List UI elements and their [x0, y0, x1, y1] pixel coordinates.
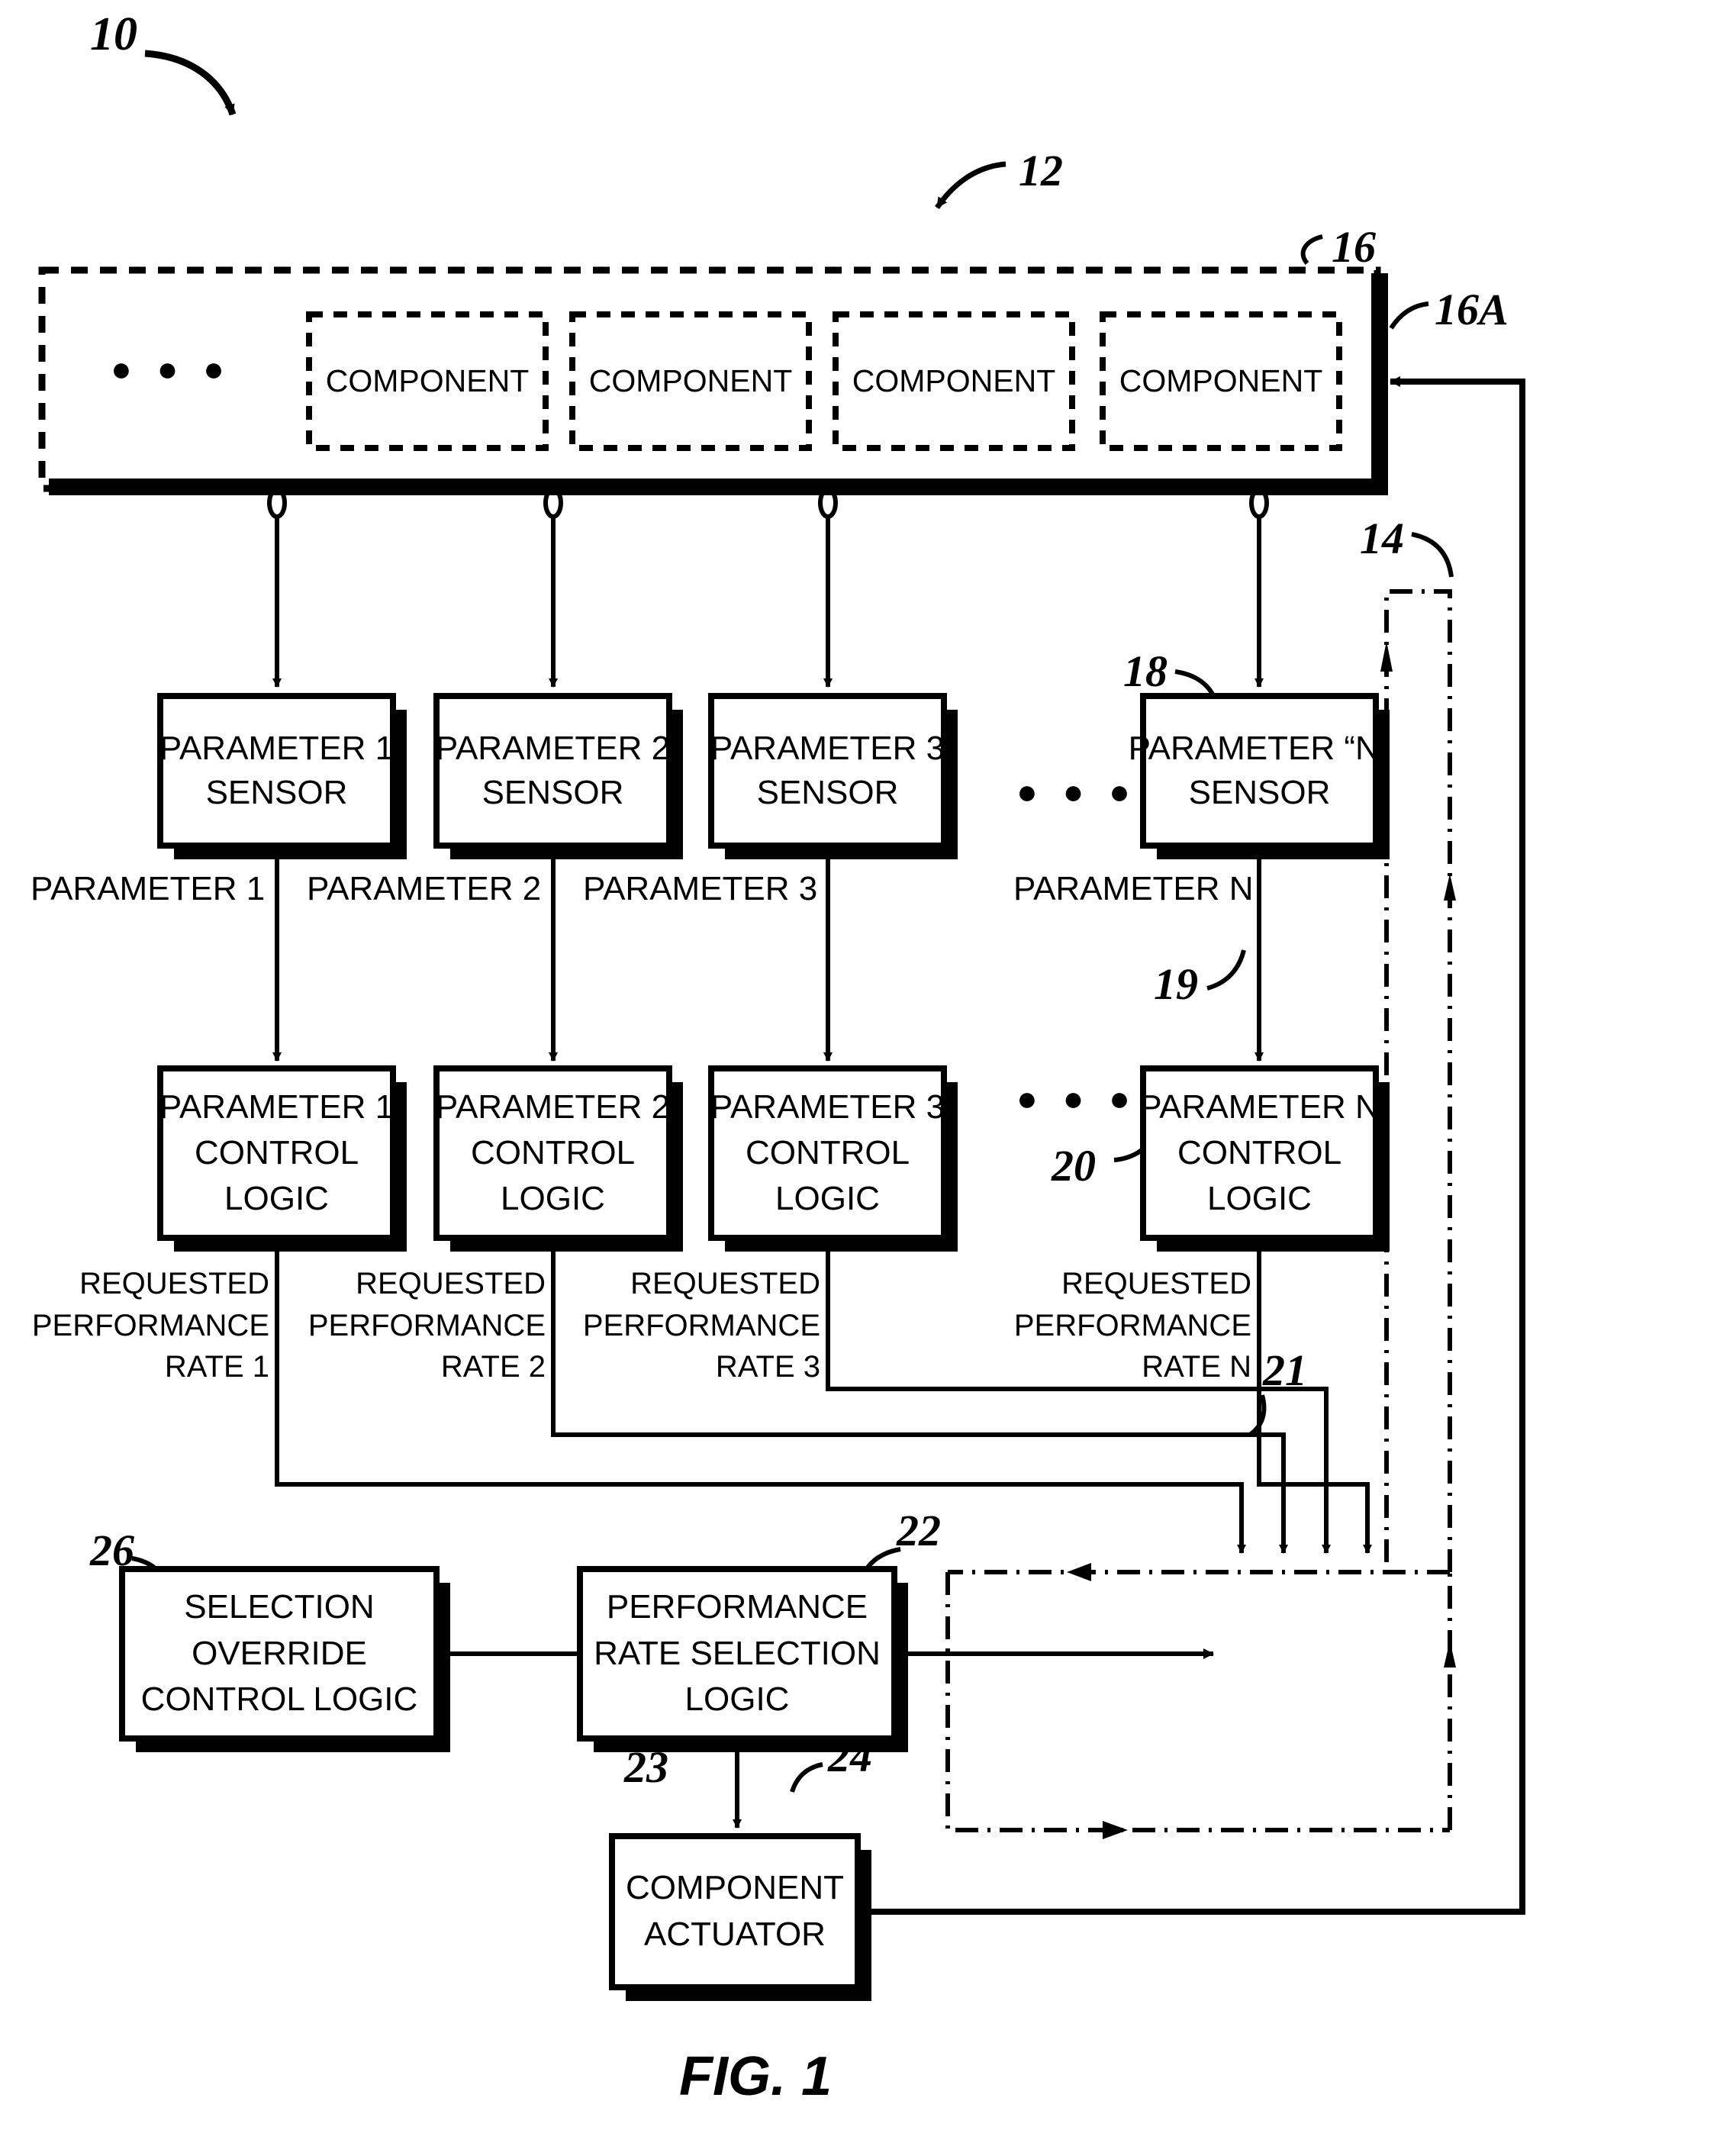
ref-numeral-22: 22	[897, 1506, 941, 1555]
sensor-box-1	[157, 693, 396, 849]
ref-numeral-24: 24	[828, 1732, 872, 1781]
parameter-signal-label-4: PARAMETER N	[1013, 870, 1254, 907]
ref-leader-16	[1300, 234, 1323, 265]
ref-numeral-14: 14	[1360, 514, 1404, 563]
feedback-arrow-up	[1444, 1641, 1456, 1668]
figure-label: FIG. 1	[679, 2046, 833, 2107]
ref-numeral-18: 18	[1123, 646, 1168, 696]
control-box-3	[708, 1065, 947, 1241]
component-box-1	[306, 311, 549, 451]
enclosure-dashed-boundary	[38, 266, 1381, 492]
enclosure-ellipsis: ● ● ●	[111, 349, 232, 388]
feedback-arrow-right	[1103, 1821, 1128, 1839]
ref-leader-19	[1206, 949, 1246, 991]
ref-numeral-10: 10	[90, 8, 137, 60]
component-box-3	[833, 311, 1075, 451]
feedback-loop-lower-left	[945, 1572, 1450, 1832]
enclosure-wall-bottom	[49, 478, 1388, 495]
ref-numeral-21: 21	[1263, 1345, 1307, 1395]
ref-leader-24	[790, 1762, 823, 1793]
ref-numeral-12: 12	[1019, 146, 1063, 195]
control-box-4	[1140, 1065, 1379, 1241]
control-row-ellipsis: ● ● ●	[1016, 1078, 1138, 1118]
sensor-box-2	[433, 693, 672, 849]
selection-override-box	[119, 1566, 440, 1742]
parameter-signal-label-1: PARAMETER 1	[31, 870, 266, 907]
feedback-vertical-pair	[1384, 589, 1452, 1572]
rate-selection-logic-box	[577, 1566, 897, 1742]
sensor-box-4	[1140, 693, 1379, 849]
parameter-signal-label-3: PARAMETER 3	[583, 870, 818, 907]
ref-arrow-10	[144, 50, 237, 116]
feedback-arrow-up-right	[1444, 874, 1456, 901]
ref-numeral-16A: 16A	[1435, 285, 1509, 334]
ref-numeral-20: 20	[1052, 1141, 1096, 1191]
ref-leader-16A	[1389, 301, 1429, 330]
parameter-signal-label-2: PARAMETER 2	[307, 870, 542, 907]
sensor-box-3	[708, 693, 947, 849]
control-box-1	[157, 1065, 396, 1241]
feedback-arrow-left	[1067, 1563, 1091, 1581]
ref-numeral-16: 16	[1332, 222, 1376, 272]
sensor-row-ellipsis: ● ● ●	[1016, 772, 1138, 811]
component-box-4	[1100, 311, 1342, 451]
component-actuator-box	[609, 1833, 861, 1990]
ref-numeral-23: 23	[624, 1742, 668, 1792]
ref-numeral-19: 19	[1154, 959, 1198, 1009]
ref-arrow-12	[935, 161, 1006, 209]
enclosure-wall-right	[1371, 273, 1388, 495]
control-box-2	[433, 1065, 672, 1241]
ref-leader-14	[1411, 532, 1454, 578]
component-box-2	[569, 311, 812, 451]
patent-figure-page: 10 12 16 16A 14 18 19 20 21 22 23 24 26 …	[0, 0, 1736, 2146]
ref-numeral-26: 26	[90, 1526, 134, 1575]
requested-rate-line-1	[275, 1238, 1246, 1554]
feedback-arrow-down-top	[1380, 641, 1393, 672]
